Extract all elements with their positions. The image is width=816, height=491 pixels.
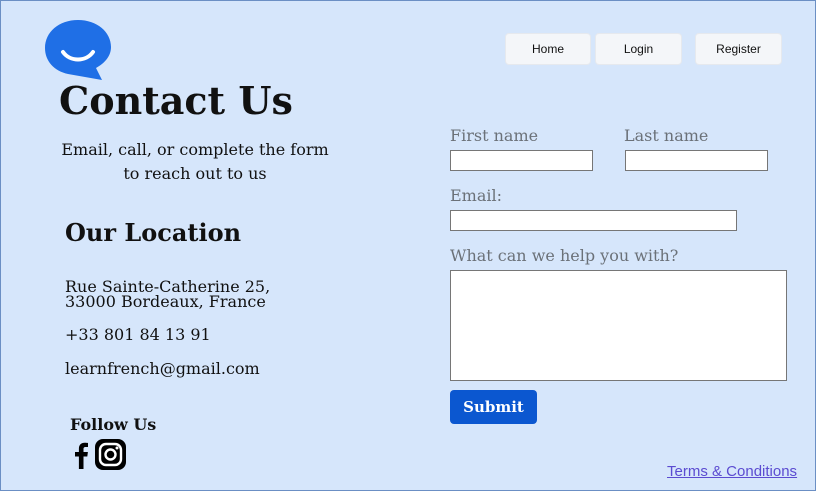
help-label: What can we help you with? [450,246,679,265]
location-address: Rue Sainte-Catherine 25, 33000 Bordeaux,… [65,277,271,311]
location-email: learnfrench@gmail.com [65,359,260,378]
register-button[interactable]: Register [695,33,782,65]
location-phone: +33 801 84 13 91 [65,325,211,344]
first-name-label: First name [450,126,539,145]
terms-conditions-link[interactable]: Terms & Conditions [667,463,797,480]
home-button[interactable]: Home [505,33,591,65]
chat-bubble-smile-icon [45,20,111,80]
submit-button[interactable]: Submit [450,390,537,424]
facebook-icon[interactable] [73,441,89,469]
follow-us-title: Follow Us [70,415,157,434]
first-name-input[interactable] [450,150,593,171]
instagram-icon[interactable] [95,439,126,470]
help-message-textarea[interactable] [450,270,787,381]
location-title: Our Location [65,218,242,247]
contact-subtitle: Email, call, or complete the form to rea… [61,140,329,183]
last-name-label: Last name [624,126,709,145]
email-input[interactable] [450,210,737,231]
login-button[interactable]: Login [595,33,682,65]
last-name-input[interactable] [625,150,768,171]
page-title: Contact Us [59,78,293,123]
email-label: Email: [450,186,503,205]
